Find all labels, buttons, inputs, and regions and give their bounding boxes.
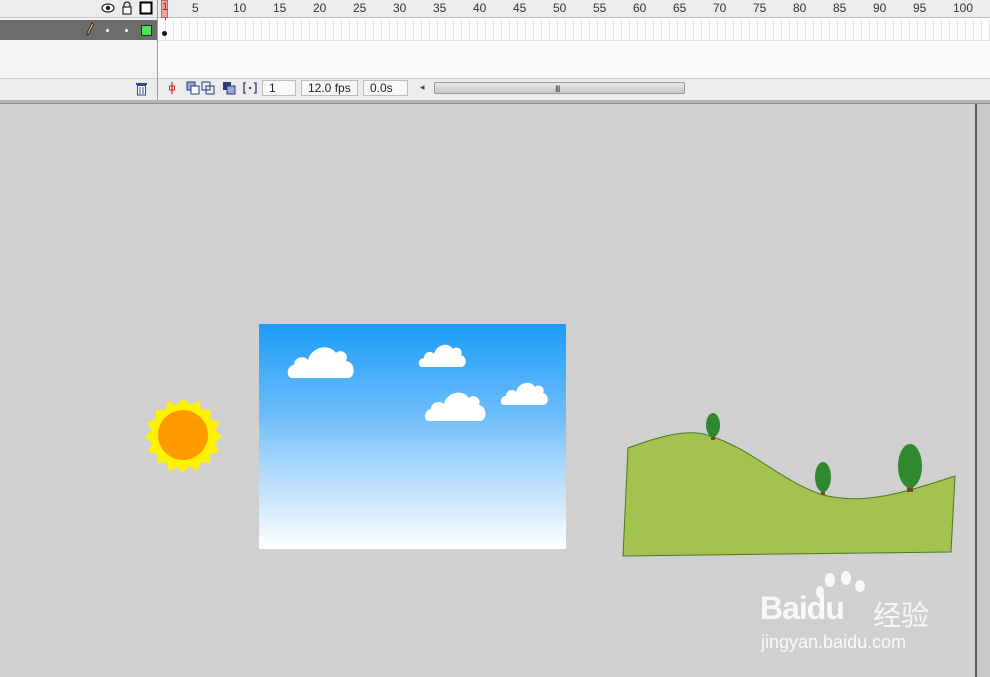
lock-icon[interactable]: [120, 1, 134, 15]
visibility-dot[interactable]: [106, 29, 109, 32]
frame-cells[interactable]: [158, 20, 990, 41]
watermark-cn-text: 经验: [873, 600, 930, 631]
ruler-label: 15: [273, 1, 287, 15]
watermark-brand: Baidu: [760, 590, 845, 626]
cloud-shape[interactable]: [424, 388, 487, 422]
current-frame-field[interactable]: 1: [262, 80, 296, 96]
ruler-label: 75: [753, 1, 767, 15]
ruler-label: 90: [873, 1, 887, 15]
ruler-label: 100: [953, 1, 974, 15]
layer-row[interactable]: [0, 20, 157, 40]
elapsed-time-field: 0.0s: [363, 80, 408, 96]
sun-shape[interactable]: [144, 399, 224, 473]
ruler-label: 80: [793, 1, 807, 15]
watermark-url: jingyan.baidu.com: [761, 632, 907, 652]
hill-shape[interactable]: [620, 408, 960, 560]
lock-dot[interactable]: [125, 29, 128, 32]
ruler-label: 10: [233, 1, 247, 15]
layer-header: [0, 0, 157, 18]
playhead-frame-label: 1: [162, 1, 169, 13]
cloud-shape[interactable]: [286, 342, 356, 380]
ruler-label: 30: [393, 1, 407, 15]
layer-toolbar: [0, 78, 157, 101]
trash-icon[interactable]: [135, 81, 148, 96]
modify-markers-icon[interactable]: [243, 81, 257, 95]
keyframe-dot[interactable]: [162, 31, 167, 36]
onion-skin-outline-icon[interactable]: [201, 81, 215, 95]
ruler-label: 85: [833, 1, 847, 15]
tree-shape[interactable]: [706, 413, 720, 437]
ruler-label: 35: [433, 1, 447, 15]
pencil-icon: [86, 22, 94, 36]
ruler-label: 40: [473, 1, 487, 15]
stage-right-border: [975, 104, 990, 677]
ruler-label: 95: [913, 1, 927, 15]
tree-shape[interactable]: [815, 462, 831, 492]
timeline-panel: 5 10 15 20 25 30 35 40 45 50 55 60 65 70…: [0, 0, 990, 104]
tree-shape[interactable]: [898, 444, 922, 488]
frame-area-empty[interactable]: [158, 41, 990, 78]
scroll-left-arrow-icon[interactable]: ◂: [420, 82, 425, 93]
ruler-label: 45: [513, 1, 527, 15]
ruler-label: 5: [192, 1, 199, 15]
cloud-shape[interactable]: [500, 379, 548, 406]
eye-icon[interactable]: [101, 1, 115, 15]
ruler-label: 55: [593, 1, 607, 15]
ruler-label: 60: [633, 1, 647, 15]
ruler-label: 50: [553, 1, 567, 15]
outline-square-icon[interactable]: [139, 1, 153, 15]
cloud-shape[interactable]: [418, 341, 466, 368]
ruler-label: 20: [313, 1, 327, 15]
layer-color-swatch[interactable]: [141, 25, 152, 36]
scrollbar-grip[interactable]: III: [555, 84, 560, 94]
ruler-label: 25: [353, 1, 367, 15]
frame-rate-field[interactable]: 12.0 fps: [301, 80, 358, 96]
center-frame-icon[interactable]: [165, 81, 179, 95]
ruler-label: 70: [713, 1, 727, 15]
onion-skin-icon[interactable]: [186, 81, 200, 95]
edit-multiple-frames-icon[interactable]: [222, 81, 236, 95]
ruler-label: 65: [673, 1, 687, 15]
